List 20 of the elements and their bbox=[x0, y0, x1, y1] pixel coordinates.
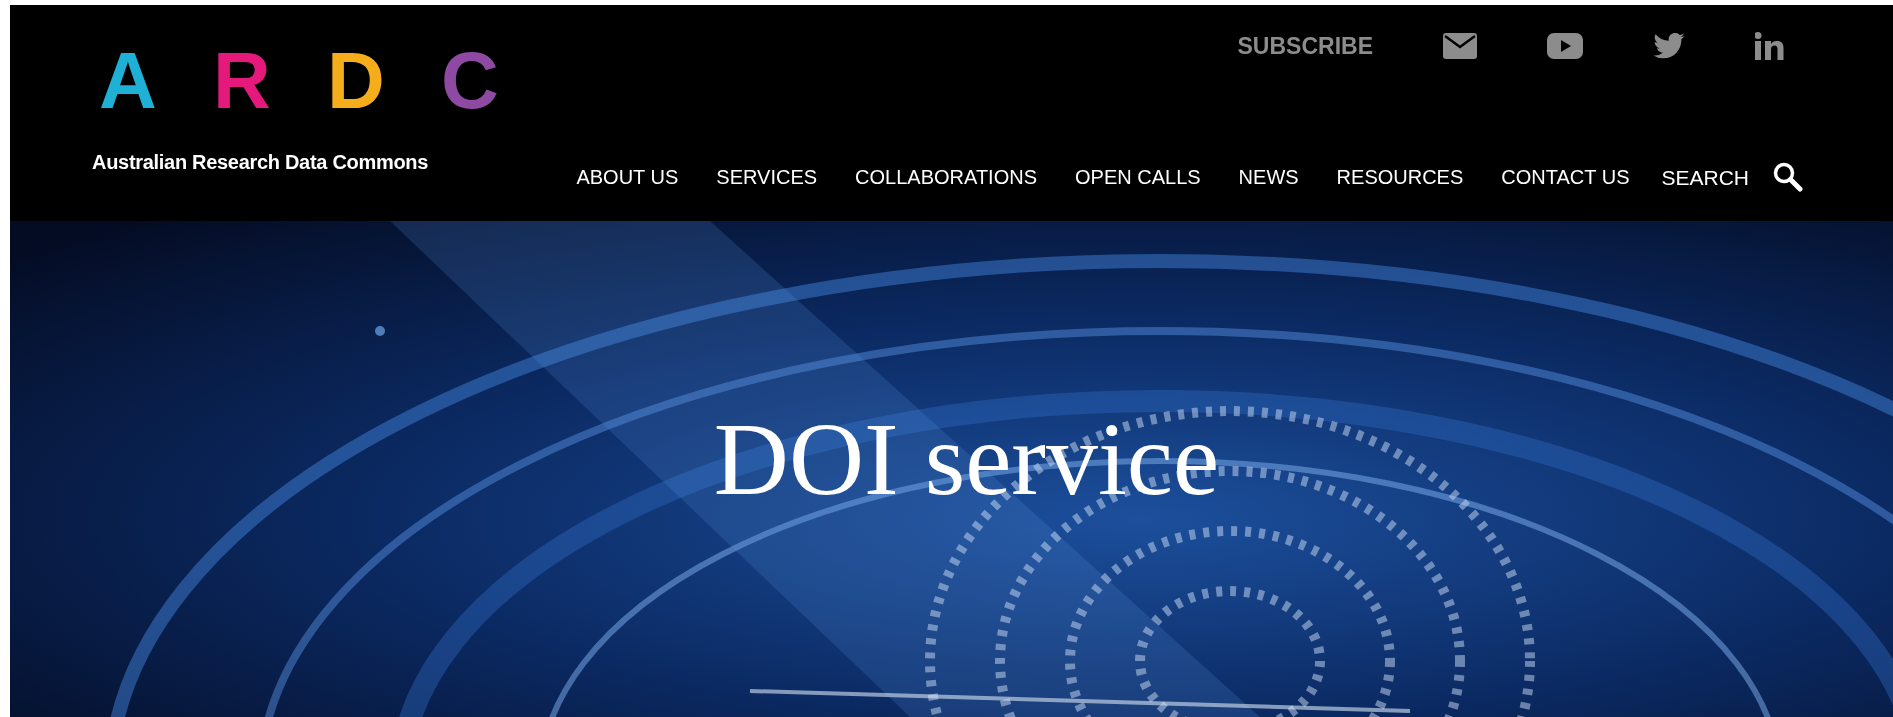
nav-link[interactable]: SERVICES bbox=[716, 162, 818, 193]
subscribe-link[interactable]: SUBSCRIBE bbox=[1237, 29, 1373, 64]
youtube-icon[interactable] bbox=[1547, 33, 1583, 60]
logo-letter[interactable]: A bbox=[92, 41, 164, 121]
page-title: DOI service bbox=[713, 400, 1220, 518]
envelope-icon[interactable] bbox=[1443, 33, 1477, 60]
nav-link[interactable]: RESOURCES bbox=[1336, 162, 1464, 193]
logo-letter[interactable]: D bbox=[320, 41, 392, 121]
nav-link[interactable]: NEWS bbox=[1238, 162, 1299, 193]
bird-icon[interactable] bbox=[1653, 33, 1685, 60]
nav-link[interactable]: COLLABORATIONS bbox=[855, 162, 1037, 193]
logo-letter[interactable]: C bbox=[434, 41, 506, 121]
logo-tagline: Australian Research Data Commons bbox=[92, 150, 430, 175]
linkedin-icon[interactable] bbox=[1755, 32, 1785, 61]
logo-letter[interactable]: R bbox=[206, 41, 278, 121]
search-icon[interactable] bbox=[1773, 162, 1803, 193]
search-link[interactable]: SEARCH bbox=[1661, 161, 1749, 193]
nav-link[interactable]: CONTACT US bbox=[1501, 162, 1630, 193]
nav-link[interactable]: ABOUT US bbox=[576, 162, 679, 193]
nav-link[interactable]: OPEN CALLS bbox=[1075, 162, 1201, 193]
